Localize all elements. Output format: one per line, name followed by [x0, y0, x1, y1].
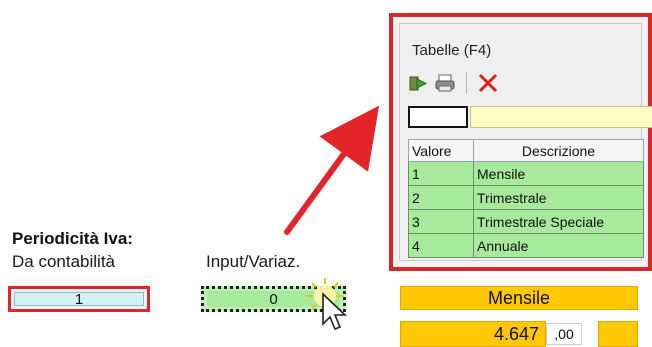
table-row[interactable]: 2 Trimestrale	[408, 185, 644, 210]
delete-icon[interactable]	[477, 72, 499, 94]
row-description[interactable]: Trimestrale	[473, 185, 644, 210]
row-description[interactable]: Trimestrale Speciale	[473, 209, 644, 234]
table-popup[interactable]: Tabelle (F4) Valore Descrizione 1 Mensil…	[399, 23, 652, 261]
table-description-filter-input[interactable]	[470, 106, 652, 128]
table-value-filter-input[interactable]	[408, 106, 468, 128]
row-description[interactable]: Mensile	[473, 161, 644, 186]
row-value[interactable]: 2	[408, 185, 474, 210]
column-header-value[interactable]: Valore	[408, 139, 474, 162]
toolbar-separator	[466, 72, 467, 94]
table-row[interactable]: 4 Annuale	[408, 233, 644, 258]
exit-icon[interactable]	[408, 73, 428, 93]
print-icon[interactable]	[434, 73, 456, 93]
table-row[interactable]: 3 Trimestrale Speciale	[408, 209, 644, 234]
table-row[interactable]: 1 Mensile	[408, 161, 644, 186]
periodicity-table: Valore Descrizione 1 Mensile 2 Trimestra…	[408, 139, 644, 258]
row-value[interactable]: 4	[408, 233, 474, 258]
column-header-description[interactable]: Descrizione	[473, 139, 644, 162]
table-popup-title: Tabelle (F4)	[412, 42, 492, 59]
row-description[interactable]: Annuale	[473, 233, 644, 258]
table-popup-toolbar	[408, 70, 499, 96]
click-cursor-icon	[307, 278, 347, 331]
table-popup-highlight: Tabelle (F4) Valore Descrizione 1 Mensil…	[389, 13, 652, 271]
row-value[interactable]: 3	[408, 209, 474, 234]
row-value[interactable]: 1	[408, 161, 474, 186]
table-search-row	[408, 106, 652, 128]
